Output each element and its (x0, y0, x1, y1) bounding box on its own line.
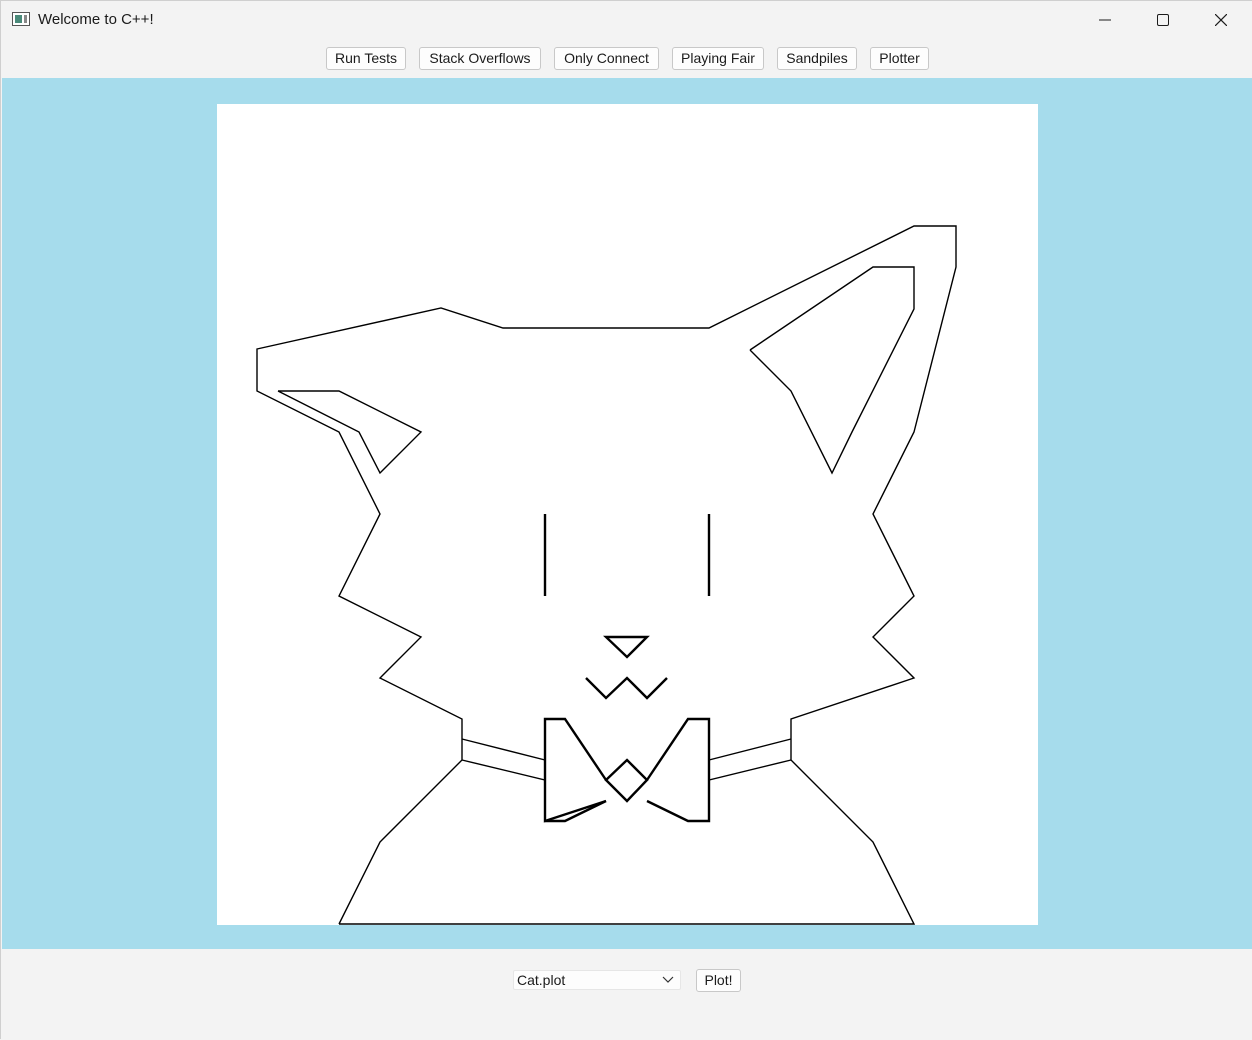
maximize-button[interactable] (1134, 1, 1192, 39)
plot-file-select[interactable]: Cat.plot (513, 970, 681, 990)
cat-drawing (256, 225, 957, 925)
minimize-icon (1099, 19, 1111, 21)
close-button[interactable] (1192, 1, 1250, 39)
cat-head-outline (256, 225, 957, 925)
window-title: Welcome to C++! (38, 11, 154, 28)
main-window: Welcome to C++! Run Tests Stack Overflow… (0, 0, 1252, 1040)
sandpiles-button[interactable]: Sandpiles (777, 47, 857, 70)
only-connect-button[interactable]: Only Connect (554, 47, 659, 70)
title-bar[interactable]: Welcome to C++! (1, 1, 1252, 39)
minimize-button[interactable] (1076, 1, 1134, 39)
app-window-icon (12, 12, 30, 26)
right-inner-ear (749, 266, 915, 475)
plot-canvas (217, 104, 1038, 925)
collar-left (461, 738, 546, 781)
plotter-button[interactable]: Plotter (870, 47, 929, 70)
cat-features (543, 514, 711, 823)
chevron-down-icon (662, 976, 674, 983)
toolbar: Run Tests Stack Overflows Only Connect P… (1, 39, 1252, 78)
run-tests-button[interactable]: Run Tests (326, 47, 406, 70)
bottom-bar: Cat.plot Plot! (1, 949, 1252, 1040)
canvas-area (2, 78, 1252, 949)
bow-tie-knot (604, 758, 649, 803)
mouth (585, 676, 668, 700)
playing-fair-button[interactable]: Playing Fair (672, 47, 764, 70)
plot-file-selected: Cat.plot (517, 972, 566, 988)
close-icon (1215, 14, 1227, 26)
stack-overflows-button[interactable]: Stack Overflows (419, 47, 541, 70)
collar-right (708, 738, 792, 781)
bow-tie-right (646, 717, 711, 823)
plot-button[interactable]: Plot! (696, 969, 741, 992)
cat-outline (256, 225, 957, 925)
maximize-icon (1157, 14, 1169, 26)
nose (603, 635, 650, 659)
left-inner-ear (277, 390, 423, 475)
